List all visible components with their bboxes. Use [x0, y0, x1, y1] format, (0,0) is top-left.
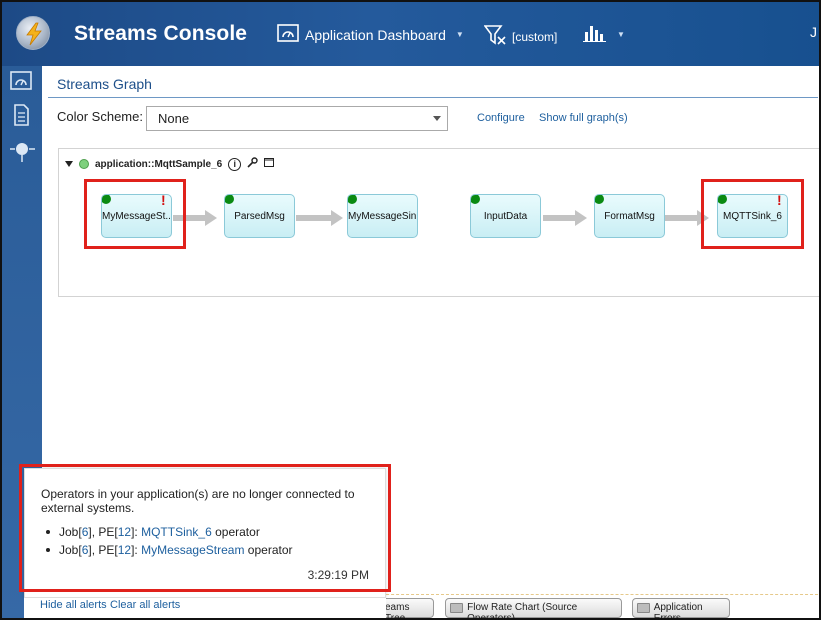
application-header: application::MqttSample_6 i [65, 157, 275, 171]
folder-icon [637, 603, 650, 613]
app-title: Streams Console [74, 22, 248, 45]
status-healthy-icon [471, 195, 480, 204]
operator-node[interactable]: FormatMsg [594, 194, 665, 238]
color-scheme-value: None [158, 111, 190, 126]
operator-label: InputData [483, 211, 528, 222]
streams-graph: application::MqttSample_6 i MyMessageSt.… [58, 148, 819, 297]
arrow-head-icon [331, 210, 343, 226]
status-healthy-icon [225, 195, 234, 204]
streams-tree-tab[interactable]: eams Tree [382, 598, 434, 618]
connector-line [665, 215, 699, 221]
streams-logo-icon[interactable] [16, 16, 50, 50]
flow-rate-chart-tab[interactable]: Flow Rate Chart (Source Operators) [445, 598, 622, 618]
chevron-down-icon: ▼ [455, 30, 464, 39]
hide-all-alerts-link[interactable]: Hide all alerts [40, 599, 107, 611]
highlight-box [701, 179, 804, 249]
operator-node[interactable]: MyMessageSink [347, 194, 418, 238]
status-healthy-icon [348, 195, 357, 204]
operator-node[interactable]: ParsedMsg [224, 194, 295, 238]
flow-rate-chart-label: Flow Rate Chart (Source Operators) [467, 602, 578, 620]
arrow-head-icon [575, 210, 587, 226]
connector-line [543, 215, 577, 221]
maximize-icon[interactable] [264, 158, 275, 170]
application-dashboard-label: Application Dashboard [305, 26, 446, 43]
collapse-icon[interactable] [65, 161, 73, 167]
filter-icon [483, 24, 506, 49]
operator-label: ParsedMsg [234, 211, 285, 222]
wrench-icon[interactable] [247, 157, 258, 171]
dashboard-icon [277, 24, 299, 45]
operator-node[interactable]: InputData [470, 194, 541, 238]
application-errors-label: Application Errors [653, 602, 703, 620]
panel-title: Streams Graph [57, 76, 152, 92]
color-scheme-label: Color Scheme: [57, 109, 143, 124]
clear-all-alerts-link[interactable]: Clear all alerts [110, 599, 180, 611]
chart-menu[interactable]: ▼ [583, 24, 625, 45]
info-icon[interactable]: i [228, 157, 242, 171]
highlight-box [19, 464, 391, 592]
network-icon[interactable] [10, 138, 35, 162]
chevron-down-icon: ▼ [617, 30, 625, 39]
window-frame: Streams Console Application Dashboard ▼ … [0, 0, 821, 620]
filter-label: [custom] [512, 29, 558, 44]
arrow-head-icon [205, 210, 217, 226]
connector-line [296, 215, 333, 221]
color-scheme-select[interactable]: None [146, 106, 448, 131]
dashboard-icon[interactable] [10, 70, 32, 92]
filter-menu[interactable]: [custom] [483, 24, 558, 49]
show-full-graph-link[interactable]: Show full graph(s) [539, 112, 628, 124]
application-dashboard-menu[interactable]: Application Dashboard ▼ [277, 24, 464, 45]
chevron-down-icon [433, 116, 441, 121]
status-healthy-icon [595, 195, 604, 204]
configure-link[interactable]: Configure [477, 112, 525, 124]
alert-footer: Hide all alerts Clear all alerts [24, 598, 386, 618]
folder-icon [450, 603, 464, 613]
application-name: application::MqttSample_6 [95, 158, 223, 170]
bar-chart-icon [583, 24, 607, 45]
user-menu[interactable]: J [810, 24, 817, 40]
operator-label: FormatMsg [604, 211, 655, 222]
top-header: Streams Console Application Dashboard ▼ … [2, 2, 819, 66]
application-errors-tab[interactable]: Application Errors [632, 598, 730, 618]
status-healthy-icon [79, 159, 89, 169]
streams-tree-label: eams Tree [385, 602, 410, 620]
operator-label: MyMessageSink [348, 211, 418, 222]
panel-header: Streams Graph [48, 72, 818, 98]
document-icon[interactable] [10, 104, 32, 126]
highlight-box [84, 179, 186, 249]
